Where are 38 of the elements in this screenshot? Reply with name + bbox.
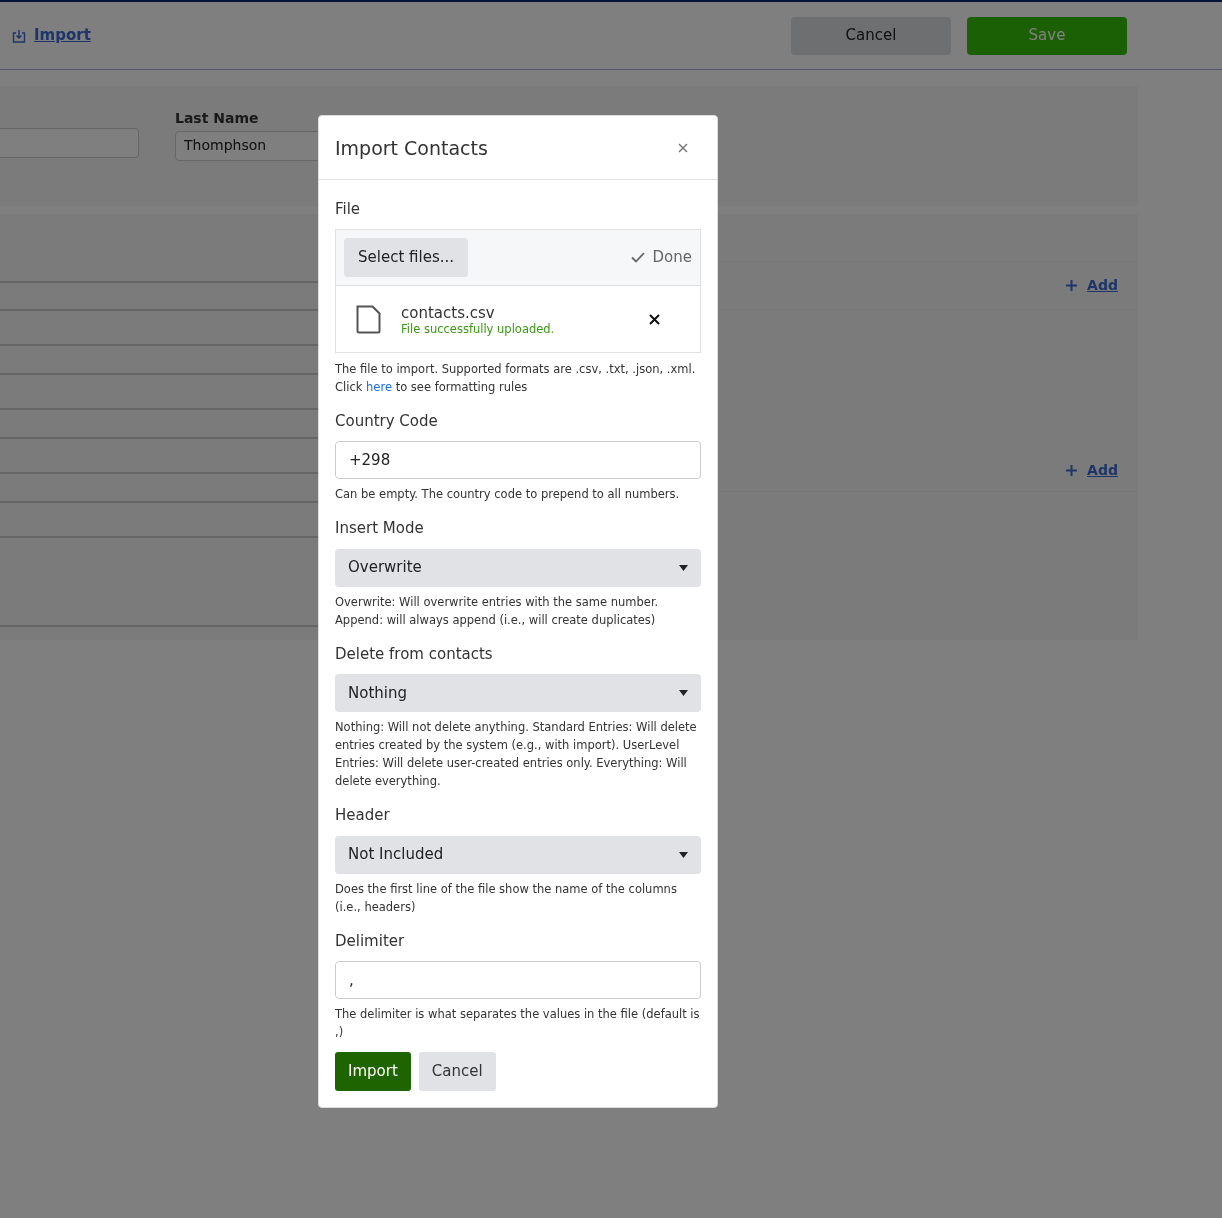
help-text: Can be empty. The country code to prepend to all numbers.	[335, 486, 681, 503]
text-field[interactable]: ,	[335, 961, 701, 999]
remove-file-button[interactable]	[649, 314, 660, 325]
caret-icon	[679, 851, 688, 858]
plus-icon	[1066, 280, 1078, 291]
file-name: contacts.csv	[401, 303, 496, 322]
import-icon	[12, 28, 26, 43]
field-label: Delete from contacts	[335, 643, 494, 665]
help-text: Nothing: Will not delete anything. Standard Entries: Will delete entries created by the system (e.g., with import). UserLevel Entries: Will delete user-created entries only. Everything: Will delete everything.	[335, 719, 698, 790]
cancel-button[interactable]: Cancel	[418, 1052, 496, 1091]
upload-status: Done	[652, 247, 692, 268]
field-label: Header	[335, 805, 391, 826]
help-text: Overwrite: Will overwrite entries with the same number. Append: will always append (i.e., will create duplicates)	[335, 593, 660, 629]
check-icon	[630, 251, 645, 263]
select-field[interactable]: Nothing	[335, 674, 701, 712]
upload-message: File successfully uploaded.	[401, 321, 556, 336]
dialog-title: Import Contacts	[335, 136, 488, 161]
caret-icon	[679, 564, 688, 571]
help-text: Does the first line of the file show the name of the columns (i.e., headers)	[335, 880, 678, 916]
field-label: Last Name	[175, 109, 260, 128]
cancel-button[interactable]: Cancel	[791, 16, 951, 55]
select-field[interactable]: Overwrite	[335, 548, 701, 587]
file-icon	[356, 305, 381, 334]
select-field[interactable]: Not Included	[335, 835, 701, 874]
help-text: The file to import. Supported formats are .csv, .txt, .json, .xml. Click here to see formatting rules	[335, 360, 697, 396]
close-button[interactable]	[678, 143, 688, 154]
select-files-button[interactable]: Select files...	[344, 238, 468, 277]
help-text: The delimiter is what separates the values in the file (default is ,)	[335, 1006, 701, 1041]
text-field[interactable]	[0, 128, 139, 158]
field-label: File	[335, 198, 362, 220]
import-button[interactable]: Import	[335, 1052, 411, 1091]
plus-icon	[1066, 465, 1078, 476]
text-field[interactable]: +298	[335, 441, 701, 479]
field-label: Insert Mode	[335, 518, 425, 539]
field-label: Delimiter	[335, 930, 406, 952]
formatting-rules-link[interactable]: here	[366, 379, 392, 394]
field-label: Country Code	[335, 410, 439, 432]
caret-icon	[679, 690, 688, 696]
